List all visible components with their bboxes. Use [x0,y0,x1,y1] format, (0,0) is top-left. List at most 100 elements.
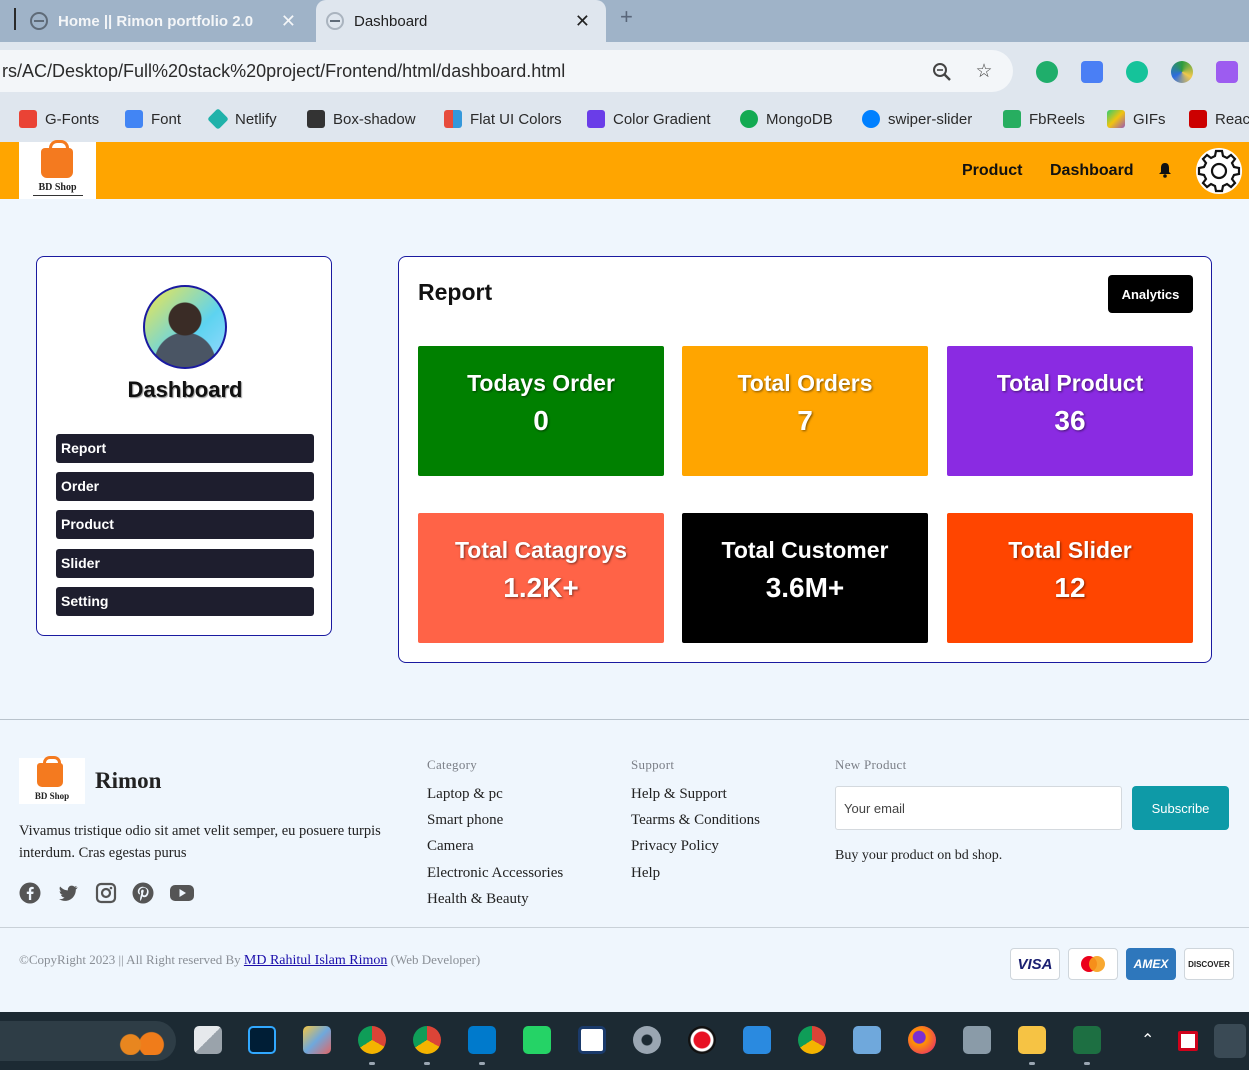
nav-link-product[interactable]: Product [962,162,1022,180]
subscribe-button[interactable]: Subscribe [1132,786,1229,830]
flat-ui-colors-icon [444,110,462,128]
close-icon[interactable]: ✕ [575,11,590,32]
taskbar-search[interactable] [0,1021,176,1061]
footer-link-smart-phone[interactable]: Smart phone [427,812,503,829]
stat-card-total-categories: Total Catagroys 1.2K+ [418,513,664,643]
sidebar-item-slider[interactable]: Slider [56,549,314,578]
globe-icon [30,12,48,30]
pinterest-icon[interactable] [132,882,154,904]
copyright-text: ©CopyRight 2023 || All Right reserved By… [19,952,481,968]
chrome-profile-icon[interactable] [358,1026,386,1054]
bookmark-flat-ui-colors[interactable]: Flat UI Colors [444,110,562,128]
gifs-icon [1107,110,1125,128]
sidebar-item-setting[interactable]: Setting [56,587,314,616]
chevron-up-icon[interactable]: ⌃ [1141,1030,1154,1050]
email-field[interactable] [835,786,1122,830]
bookmark-gifs[interactable]: GIFs [1107,110,1166,128]
url-text[interactable]: rs/AC/Desktop/Full%20stack%20project/Fro… [2,61,565,82]
nav-link-dashboard[interactable]: Dashboard [1050,162,1134,180]
youtube-icon[interactable] [169,882,195,904]
browser-tab-bar: Home || Rimon portfolio 2.0 ✕ Dashboard … [0,0,1249,42]
footer-link-health-beauty[interactable]: Health & Beauty [427,891,529,908]
extension-icon[interactable] [1036,61,1058,83]
author-link[interactable]: MD Rahitul Islam Rimon [244,953,388,968]
instagram-icon[interactable] [95,882,117,904]
analytics-button[interactable]: Analytics [1108,275,1193,313]
bookmark-netlify[interactable]: Netlify [207,108,277,130]
footer-link-privacy[interactable]: Privacy Policy [631,838,719,855]
globe-extension-icon[interactable] [1171,61,1193,83]
footer-link-electronic-accessories[interactable]: Electronic Accessories [427,865,563,882]
running-indicator [424,1062,430,1065]
stat-value: 7 [797,405,813,436]
imo-icon[interactable] [578,1026,606,1054]
pdf-tray-icon[interactable] [1178,1031,1198,1051]
settings-icon[interactable] [633,1026,661,1054]
extensions-puzzle-icon[interactable] [1216,61,1238,83]
netlify-icon [207,108,229,130]
stat-value: 0 [533,405,549,436]
bookmark-swiper-slider[interactable]: swiper-slider [862,110,972,128]
settings-gear-button[interactable] [1196,148,1242,194]
cube-app-icon[interactable] [303,1026,331,1054]
footer-logo[interactable]: BD Shop [19,756,85,804]
bookmark-font[interactable]: Font [125,110,181,128]
running-indicator [1084,1062,1090,1065]
site-navbar: BD Shop Product Dashboard [0,140,1249,199]
stat-label: Total Customer [721,537,889,563]
bookmark-box-shadow[interactable]: Box-shadow [307,110,416,128]
sidebar-item-product[interactable]: Product [56,510,314,539]
footer-brand: Rimon [95,768,162,793]
stat-label: Total Product [996,370,1144,396]
task-view-icon[interactable] [194,1026,222,1054]
chrome-icon[interactable] [413,1026,441,1054]
whatsapp-icon[interactable] [523,1026,551,1054]
sidebar-item-report[interactable]: Report [56,434,314,463]
footer-divider [0,719,1249,720]
bell-icon[interactable] [1158,162,1172,178]
address-bar[interactable]: rs/AC/Desktop/Full%20stack%20project/Fro… [0,50,1013,92]
bookmark-star-icon[interactable]: ☆ [974,62,994,82]
vscode-icon[interactable] [468,1026,496,1054]
footer-link-help[interactable]: Help [631,865,660,882]
footer-link-terms[interactable]: Tearms & Conditions [631,812,760,829]
translate-extension-icon[interactable] [1081,61,1103,83]
bookmark-g-fonts[interactable]: G-Fonts [19,110,99,128]
calculator-icon[interactable] [963,1026,991,1054]
firefox-icon[interactable] [908,1026,936,1054]
footer-link-laptop[interactable]: Laptop & pc [427,786,503,803]
file-explorer-icon[interactable] [1018,1026,1046,1054]
stat-card-total-customer: Total Customer 3.6M+ [682,513,928,643]
bookmark-fbreels[interactable]: FbReels [1003,110,1085,128]
globe-icon [326,12,344,30]
twitter-icon[interactable] [57,882,79,904]
footer-bottom-divider [0,927,1249,928]
grammarly-icon[interactable] [1126,61,1148,83]
new-tab-button[interactable]: + [620,4,633,30]
pen-tray-icon[interactable] [1214,1024,1246,1058]
photoshop-icon[interactable] [248,1026,276,1054]
record-icon[interactable] [688,1026,716,1054]
footer-link-camera[interactable]: Camera [427,838,474,855]
bookmark-react[interactable]: Reac [1189,110,1249,128]
footer-link-help-support[interactable]: Help & Support [631,786,727,803]
running-indicator [1029,1062,1035,1065]
footer-new-product-heading: New Product [835,757,907,772]
facebook-icon[interactable] [19,882,41,904]
bookmarks-bar: G-Fonts Font Netlify Box-shadow Flat UI … [0,100,1249,142]
bookmark-mongodb[interactable]: MongoDB [740,110,833,128]
sidebar-title: Dashboard [127,377,243,402]
sidebar-item-order[interactable]: Order [56,472,314,501]
network-app-icon[interactable] [853,1026,881,1054]
screen-app-icon[interactable] [743,1026,771,1054]
tab-dashboard[interactable]: Dashboard ✕ [316,0,606,42]
close-icon[interactable]: ✕ [281,11,296,32]
font-icon [125,110,143,128]
zoom-icon[interactable] [932,62,952,82]
bookmark-color-gradient[interactable]: Color Gradient [587,110,711,128]
site-logo[interactable]: BD Shop [19,140,96,199]
footer-support-heading: Support [631,757,675,772]
tab-home[interactable]: Home || Rimon portfolio 2.0 ✕ [0,0,312,42]
chrome-alt-profile-icon[interactable] [798,1026,826,1054]
excel-icon[interactable] [1073,1026,1101,1054]
